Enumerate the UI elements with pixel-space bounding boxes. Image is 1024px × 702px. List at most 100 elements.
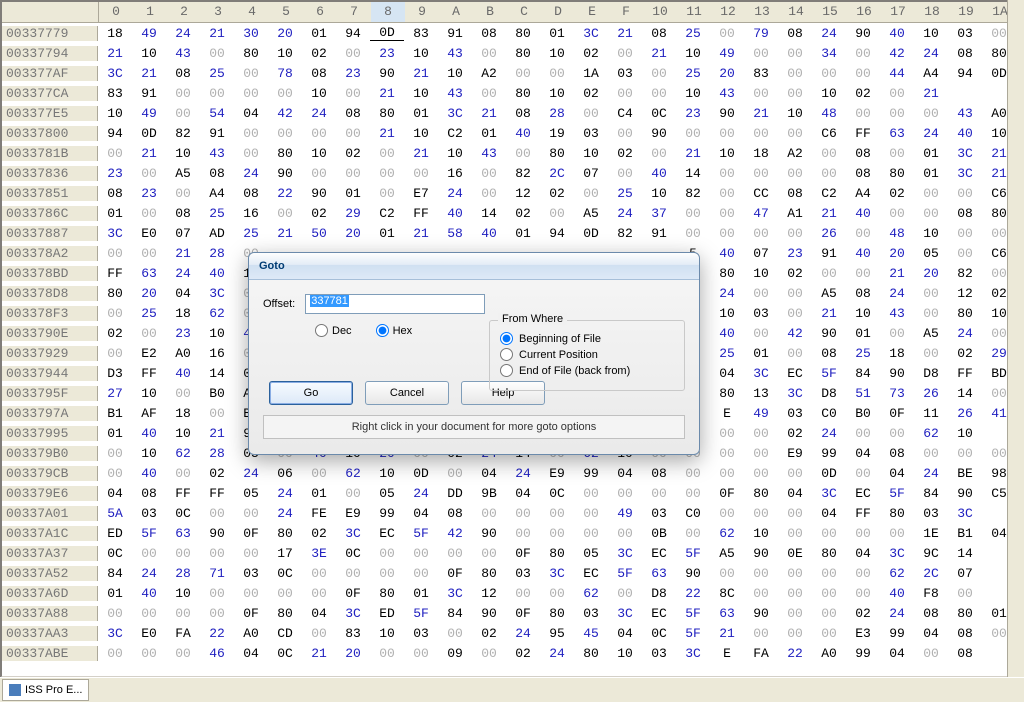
hex-cell[interactable]: 00 <box>302 466 336 481</box>
hex-cell[interactable]: 02 <box>472 626 506 641</box>
hex-cell[interactable]: 80 <box>370 586 404 601</box>
hex-cell[interactable]: 23 <box>336 66 370 81</box>
hex-cell[interactable]: 10 <box>574 146 608 161</box>
hex-cell[interactable]: 3C <box>608 606 642 621</box>
hex-cell[interactable]: 28 <box>166 566 200 581</box>
hex-cell[interactable]: 00 <box>132 546 166 561</box>
hex-cell[interactable]: 00 <box>302 126 336 141</box>
hex-cell[interactable]: 00 <box>132 166 166 181</box>
hex-cell[interactable]: 10 <box>608 646 642 661</box>
hex-cell[interactable]: 00 <box>846 426 880 441</box>
hex-cell[interactable]: 04 <box>914 626 948 641</box>
hex-cell[interactable]: 00 <box>200 406 234 421</box>
hex-cell[interactable]: 10 <box>302 86 336 101</box>
hex-cell[interactable]: 10 <box>132 446 166 461</box>
hex-cell[interactable]: 11 <box>914 406 948 421</box>
hex-cell[interactable]: 00 <box>302 626 336 641</box>
radio-end[interactable]: End of File (back from) <box>500 364 674 377</box>
hex-cell[interactable]: A5 <box>914 326 948 341</box>
hex-cell[interactable]: 14 <box>472 206 506 221</box>
hex-cell[interactable]: C0 <box>812 406 846 421</box>
hex-cell[interactable]: 3C <box>98 626 132 641</box>
hex-cell[interactable]: E0 <box>132 226 166 241</box>
hex-cell[interactable]: ED <box>98 526 132 541</box>
hex-cell[interactable]: 49 <box>132 106 166 121</box>
hex-cell[interactable]: 23 <box>676 106 710 121</box>
hex-cell[interactable]: 10 <box>404 86 438 101</box>
hex-cell[interactable]: 12 <box>506 186 540 201</box>
hex-cell[interactable]: 25 <box>200 66 234 81</box>
hex-cell[interactable]: 10 <box>438 146 472 161</box>
hex-cell[interactable]: 00 <box>506 586 540 601</box>
hex-cell[interactable]: 00 <box>812 146 846 161</box>
hex-cell[interactable]: 00 <box>166 106 200 121</box>
hex-cell[interactable]: 26 <box>812 226 846 241</box>
col-header-17[interactable]: 17 <box>881 2 915 22</box>
hex-cell[interactable]: 10 <box>302 146 336 161</box>
hex-cell[interactable]: 01 <box>98 426 132 441</box>
hex-cell[interactable]: A4 <box>200 186 234 201</box>
hex-cell[interactable]: 10 <box>132 46 166 61</box>
hex-cell[interactable]: 90 <box>370 66 404 81</box>
hex-cell[interactable]: 00 <box>710 206 744 221</box>
hex-cell[interactable]: 08 <box>778 26 812 41</box>
hex-cell[interactable]: 99 <box>812 446 846 461</box>
hex-cell[interactable]: 21 <box>472 106 506 121</box>
hex-cell[interactable]: 00 <box>812 266 846 281</box>
hex-cell[interactable]: 14 <box>948 386 982 401</box>
hex-cell[interactable]: 20 <box>710 66 744 81</box>
hex-cell[interactable]: 2C <box>540 166 574 181</box>
radio-current[interactable]: Current Position <box>500 348 674 361</box>
hex-cell[interactable]: 99 <box>574 466 608 481</box>
hex-cell[interactable]: 00 <box>744 326 778 341</box>
hex-cell[interactable]: 0C <box>540 486 574 501</box>
hex-cell[interactable]: 16 <box>234 206 268 221</box>
hex-cell[interactable]: 82 <box>608 226 642 241</box>
hex-cell[interactable]: 46 <box>200 646 234 661</box>
hex-cell[interactable]: 82 <box>506 166 540 181</box>
hex-cell[interactable]: 00 <box>268 206 302 221</box>
hex-cell[interactable]: 80 <box>744 486 778 501</box>
hex-cell[interactable]: 04 <box>880 466 914 481</box>
hex-cell[interactable]: 21 <box>268 226 302 241</box>
hex-cell[interactable]: 03 <box>744 306 778 321</box>
hex-cell[interactable]: 80 <box>812 546 846 561</box>
hex-cell[interactable]: 02 <box>948 346 982 361</box>
hex-cell[interactable]: 10 <box>676 86 710 101</box>
hex-cell[interactable]: 00 <box>914 446 948 461</box>
hex-cell[interactable]: 3C <box>880 546 914 561</box>
hex-cell[interactable]: 28 <box>540 106 574 121</box>
hex-cell[interactable]: 00 <box>132 606 166 621</box>
hex-cell[interactable]: 84 <box>846 366 880 381</box>
hex-cell[interactable]: 08 <box>778 186 812 201</box>
hex-cell[interactable]: 03 <box>914 506 948 521</box>
hex-cell[interactable]: F8 <box>914 586 948 601</box>
hex-cell[interactable]: FA <box>166 626 200 641</box>
hex-cell[interactable]: 0F <box>506 546 540 561</box>
hex-cell[interactable]: 5F <box>404 606 438 621</box>
hex-cell[interactable]: 80 <box>880 166 914 181</box>
hex-cell[interactable]: 23 <box>166 326 200 341</box>
hex-cell[interactable]: 00 <box>880 206 914 221</box>
hex-cell[interactable]: 80 <box>710 386 744 401</box>
hex-cell[interactable]: 44 <box>880 66 914 81</box>
hex-cell[interactable]: 00 <box>404 546 438 561</box>
hex-cell[interactable]: 94 <box>948 66 982 81</box>
hex-cell[interactable]: 80 <box>540 606 574 621</box>
hex-cell[interactable]: 00 <box>234 66 268 81</box>
hex-cell[interactable]: 00 <box>812 166 846 181</box>
hex-cell[interactable]: 10 <box>642 186 676 201</box>
hex-cell[interactable]: 01 <box>404 106 438 121</box>
hex-cell[interactable]: 00 <box>744 286 778 301</box>
hex-cell[interactable]: 00 <box>166 386 200 401</box>
hex-cell[interactable]: 00 <box>778 46 812 61</box>
vertical-scrollbar[interactable] <box>1007 0 1024 678</box>
hex-cell[interactable]: 43 <box>438 46 472 61</box>
col-header-0[interactable]: 0 <box>99 2 133 22</box>
col-header-F[interactable]: F <box>609 2 643 22</box>
hex-cell[interactable]: 00 <box>98 446 132 461</box>
hex-cell[interactable]: 24 <box>880 606 914 621</box>
hex-cell[interactable]: 00 <box>200 86 234 101</box>
hex-cell[interactable]: 10 <box>744 266 778 281</box>
col-header-C[interactable]: C <box>507 2 541 22</box>
